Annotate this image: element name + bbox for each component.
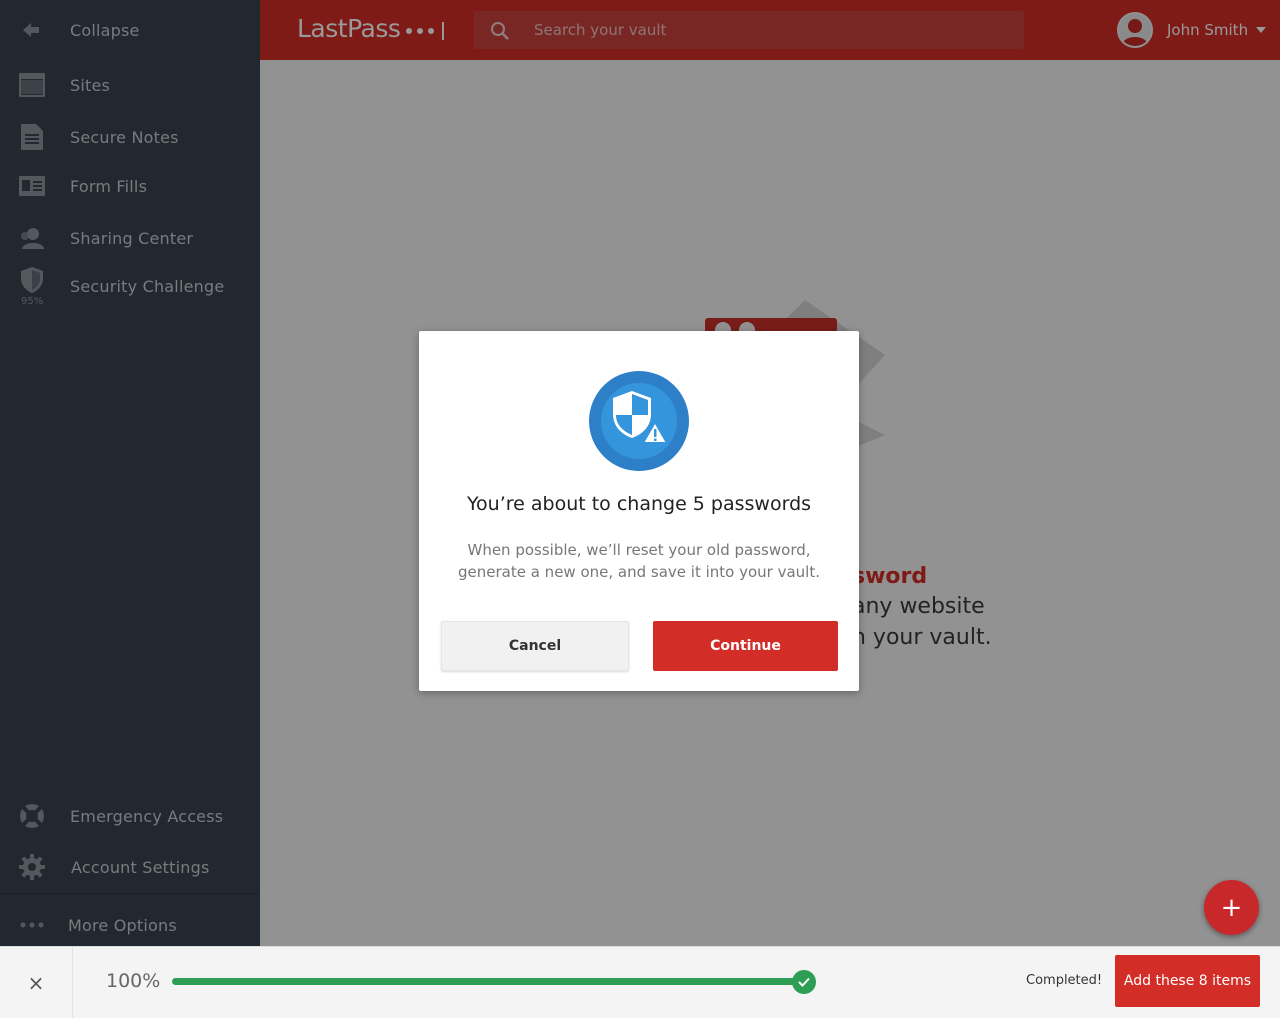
status-text: Completed! bbox=[1026, 973, 1103, 988]
checkmark-icon bbox=[792, 970, 816, 994]
progress-percentage: 100% bbox=[106, 970, 161, 992]
dialog-message: When possible, we’ll reset your old pass… bbox=[458, 541, 820, 581]
close-icon[interactable]: × bbox=[0, 947, 73, 1018]
dialog-title: You’re about to change 5 passwords bbox=[466, 493, 812, 515]
add-items-button[interactable]: Add these 8 items bbox=[1115, 955, 1260, 1007]
continue-button[interactable]: Continue bbox=[653, 621, 838, 671]
cancel-button[interactable]: Cancel bbox=[441, 621, 629, 671]
add-item-button[interactable]: + bbox=[1204, 880, 1259, 935]
bottom-progress-bar: × 100% Completed! Add these 8 items bbox=[0, 946, 1280, 1018]
shield-warning-icon bbox=[589, 371, 689, 471]
progress-fill bbox=[172, 978, 814, 985]
change-passwords-dialog: You’re about to change 5 passwords When … bbox=[419, 331, 859, 691]
progress-track bbox=[172, 978, 814, 985]
